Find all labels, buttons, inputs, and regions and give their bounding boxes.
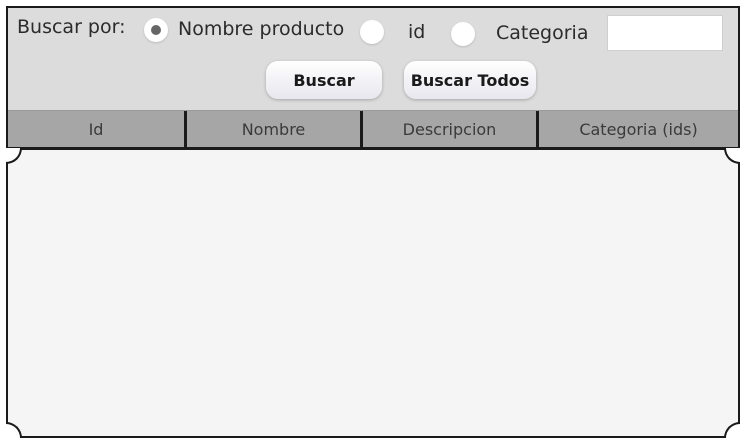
results-table-body[interactable] xyxy=(6,148,740,438)
search-by-label: Buscar por: xyxy=(17,16,126,38)
column-header-id[interactable]: Id xyxy=(8,111,184,147)
column-header-categoria[interactable]: Categoria (ids) xyxy=(539,111,738,147)
radio-label-categoria[interactable]: Categoria xyxy=(496,22,588,44)
radio-label-nombre-producto[interactable]: Nombre producto xyxy=(178,18,344,40)
column-header-descripcion[interactable]: Descripcion xyxy=(363,111,536,147)
corner-notch xyxy=(724,148,740,164)
radio-categoria[interactable] xyxy=(451,22,475,46)
search-toolbar: Buscar por: Nombre producto id Categoria… xyxy=(8,8,738,111)
radio-label-id[interactable]: id xyxy=(408,21,425,43)
corner-notch xyxy=(724,422,740,438)
product-search-window: Buscar por: Nombre producto id Categoria… xyxy=(6,6,740,438)
radio-selected-dot xyxy=(151,25,161,35)
corner-notch xyxy=(6,148,22,164)
radio-id[interactable] xyxy=(360,20,384,44)
search-button[interactable]: Buscar xyxy=(266,61,382,99)
radio-nombre-producto[interactable] xyxy=(144,18,168,42)
results-table-header: Id Nombre Descripcion Categoria (ids) xyxy=(8,111,738,150)
search-all-button[interactable]: Buscar Todos xyxy=(404,61,536,99)
corner-notch xyxy=(6,422,22,438)
search-input[interactable] xyxy=(607,15,723,51)
column-header-nombre[interactable]: Nombre xyxy=(187,111,360,147)
